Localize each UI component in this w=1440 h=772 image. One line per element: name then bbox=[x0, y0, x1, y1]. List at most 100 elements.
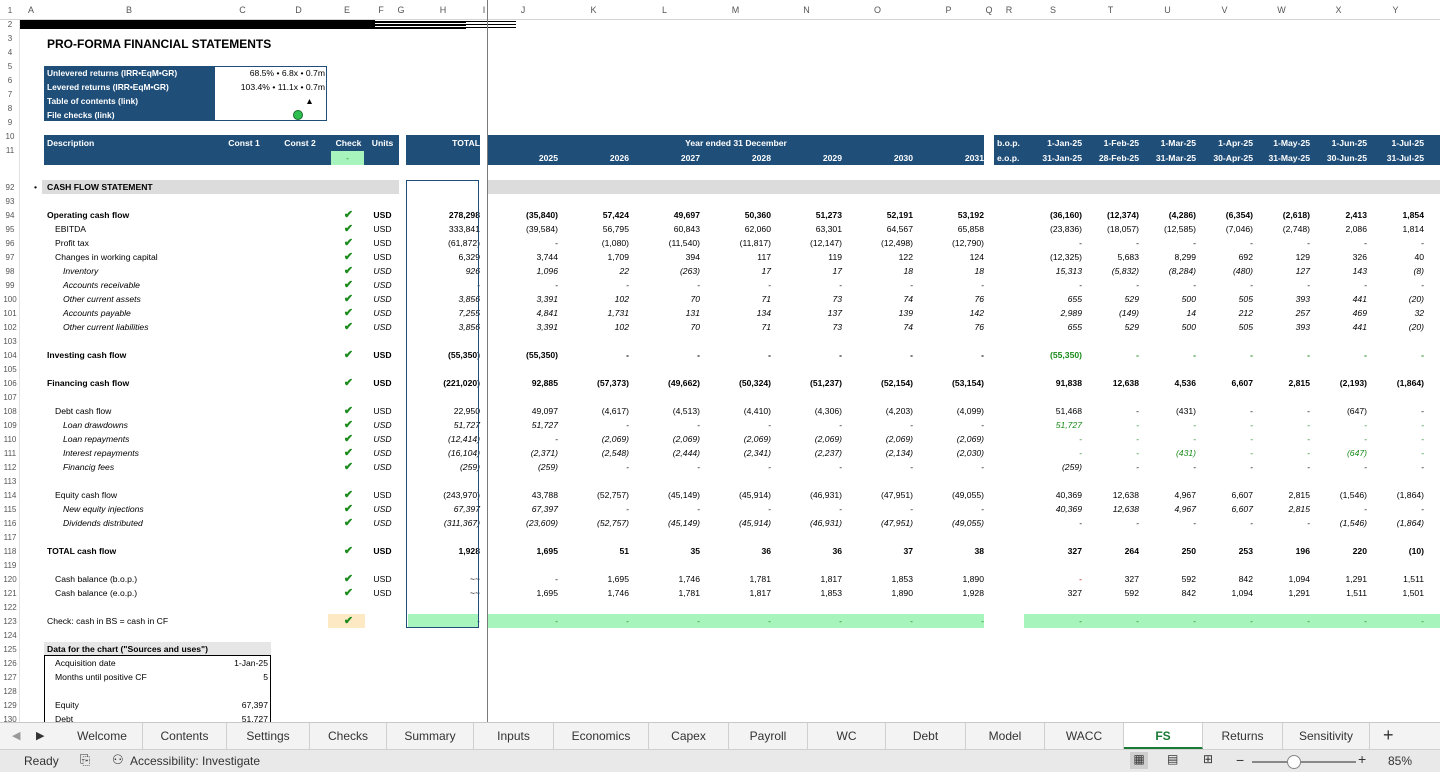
accessibility-status[interactable]: Accessibility: Investigate bbox=[130, 754, 260, 768]
row-units[interactable]: USD bbox=[366, 208, 396, 222]
row-month-value[interactable]: - bbox=[1253, 236, 1310, 250]
row-month-value[interactable]: 469 bbox=[1310, 306, 1367, 320]
check-ok-icon[interactable]: ✔ bbox=[328, 376, 366, 390]
row-number[interactable]: 98 bbox=[0, 267, 20, 276]
column-header-p[interactable]: P bbox=[913, 0, 984, 20]
row-month-value[interactable]: - bbox=[1253, 418, 1310, 432]
row-label[interactable]: Financing cash flow bbox=[44, 376, 330, 390]
row-month-value[interactable]: 91,838 bbox=[1024, 376, 1082, 390]
row-year-value[interactable]: 63,301 bbox=[771, 222, 842, 236]
check-ok-icon[interactable]: ✔ bbox=[328, 320, 366, 334]
row-year-value[interactable]: 38 bbox=[913, 544, 984, 558]
row-month-value[interactable]: - bbox=[1082, 446, 1139, 460]
row-year-value[interactable]: - bbox=[913, 348, 984, 362]
row-number[interactable]: 101 bbox=[0, 309, 20, 318]
row-month-value[interactable]: - bbox=[1082, 432, 1139, 446]
row-label[interactable]: Cash balance (e.o.p.) bbox=[44, 586, 330, 600]
row-year-value[interactable]: (2,341) bbox=[700, 446, 771, 460]
row-total[interactable]: ~~ bbox=[406, 586, 480, 600]
row-month-value[interactable]: - bbox=[1253, 348, 1310, 362]
row-month-value[interactable]: - bbox=[1196, 236, 1253, 250]
row-number[interactable]: 106 bbox=[0, 379, 20, 388]
row-month-value[interactable]: 1,094 bbox=[1253, 572, 1310, 586]
row-year-value[interactable]: 36 bbox=[700, 544, 771, 558]
row-month-value[interactable]: 51,727 bbox=[1024, 418, 1082, 432]
row-number[interactable]: 129 bbox=[0, 701, 20, 710]
row-label[interactable]: Other current assets bbox=[44, 292, 330, 306]
row-year-value[interactable]: 134 bbox=[700, 306, 771, 320]
row-units[interactable]: USD bbox=[366, 250, 396, 264]
check-ok-icon[interactable]: ✔ bbox=[328, 278, 366, 292]
row-year-value[interactable]: 51 bbox=[558, 544, 629, 558]
row-year-value[interactable]: - bbox=[488, 278, 558, 292]
column-header-c[interactable]: C bbox=[216, 0, 269, 20]
row-month-value[interactable]: 529 bbox=[1082, 320, 1139, 334]
row-year-value[interactable]: 70 bbox=[629, 292, 700, 306]
row-year-value[interactable]: 1,928 bbox=[913, 586, 984, 600]
row-year-value[interactable]: - bbox=[488, 236, 558, 250]
check-ok-icon[interactable]: ✔ bbox=[328, 348, 366, 362]
row-label[interactable]: Loan repayments bbox=[44, 432, 330, 446]
row-number[interactable]: 92 bbox=[0, 183, 20, 192]
row-year-value[interactable]: 1,731 bbox=[558, 306, 629, 320]
row-year-value[interactable]: (2,030) bbox=[913, 446, 984, 460]
row-number[interactable]: 127 bbox=[0, 673, 20, 682]
column-header-n[interactable]: N bbox=[771, 0, 842, 20]
row-year-value[interactable]: 73 bbox=[771, 320, 842, 334]
row-month-value[interactable]: (4,286) bbox=[1139, 208, 1196, 222]
row-month-value[interactable]: 842 bbox=[1139, 586, 1196, 600]
row-year-value[interactable]: (4,410) bbox=[700, 404, 771, 418]
chart-data-box-title[interactable]: Data for the chart ("Sources and uses") bbox=[44, 642, 271, 656]
row-total[interactable]: 278,298 bbox=[406, 208, 480, 222]
header-month-start[interactable]: 1-Mar-25 bbox=[1139, 136, 1196, 150]
row-month-value[interactable]: (12,585) bbox=[1139, 222, 1196, 236]
row-month-value[interactable]: 5,683 bbox=[1082, 250, 1139, 264]
row-total[interactable]: 3,856 bbox=[406, 320, 480, 334]
row-total[interactable]: (311,367) bbox=[406, 516, 480, 530]
row-year-value[interactable]: - bbox=[700, 348, 771, 362]
row-number[interactable]: 121 bbox=[0, 589, 20, 598]
row-year-value[interactable]: - bbox=[913, 418, 984, 432]
row-month-value[interactable]: - bbox=[1310, 460, 1367, 474]
column-header-a[interactable]: A bbox=[20, 0, 42, 20]
infobox-value[interactable]: 103.4% • 11.1x • 0.7m bbox=[214, 80, 325, 94]
row-year-value[interactable]: 124 bbox=[913, 250, 984, 264]
header-const1[interactable]: Const 1 bbox=[216, 136, 269, 150]
header-year[interactable]: 2025 bbox=[488, 151, 558, 165]
check-ok-icon[interactable]: ✔ bbox=[328, 236, 366, 250]
row-year-value[interactable]: 52,191 bbox=[842, 208, 913, 222]
row-total[interactable]: 67,397 bbox=[406, 502, 480, 516]
header-bop[interactable]: b.o.p. bbox=[994, 136, 1024, 150]
row-year-value[interactable]: (259) bbox=[488, 460, 558, 474]
row-year-value[interactable]: - bbox=[842, 418, 913, 432]
check-ok-icon[interactable]: ✔ bbox=[328, 488, 366, 502]
row-year-value[interactable]: - bbox=[771, 502, 842, 516]
normal-view-icon[interactable]: ▦ bbox=[1130, 752, 1148, 769]
sheet-grid[interactable]: PRO-FORMA FINANCIAL STATEMENTS Unlevered … bbox=[20, 20, 1440, 722]
chart-data-label[interactable]: Acquisition date bbox=[44, 656, 216, 670]
row-year-value[interactable]: 17 bbox=[771, 264, 842, 278]
row-month-value[interactable]: 40,369 bbox=[1024, 488, 1082, 502]
row-month-value[interactable]: - bbox=[1024, 432, 1082, 446]
row-month-value[interactable]: (2,748) bbox=[1253, 222, 1310, 236]
row-number[interactable]: 6 bbox=[0, 76, 20, 85]
row-year-value[interactable]: (52,757) bbox=[558, 488, 629, 502]
row-number[interactable]: 120 bbox=[0, 575, 20, 584]
row-year-value[interactable]: 4,841 bbox=[488, 306, 558, 320]
row-year-value[interactable]: - bbox=[913, 460, 984, 474]
tab-capex[interactable]: Capex bbox=[649, 723, 729, 749]
row-year-value[interactable]: 3,744 bbox=[488, 250, 558, 264]
row-month-value[interactable]: - bbox=[1310, 418, 1367, 432]
row-number[interactable]: 108 bbox=[0, 407, 20, 416]
column-header-h[interactable]: H bbox=[406, 0, 480, 20]
row-month-value[interactable]: - bbox=[1139, 236, 1196, 250]
row-year-value[interactable]: (2,069) bbox=[629, 432, 700, 446]
row-month-value[interactable]: - bbox=[1082, 516, 1139, 530]
check-row-year-value[interactable]: - bbox=[558, 614, 629, 628]
column-header-x[interactable]: X bbox=[1310, 0, 1367, 20]
row-month-value[interactable]: (431) bbox=[1139, 404, 1196, 418]
row-total[interactable]: (61,872) bbox=[406, 236, 480, 250]
row-month-value[interactable]: - bbox=[1367, 446, 1424, 460]
row-label[interactable]: Other current liabilities bbox=[44, 320, 330, 334]
row-label[interactable]: EBITDA bbox=[44, 222, 330, 236]
